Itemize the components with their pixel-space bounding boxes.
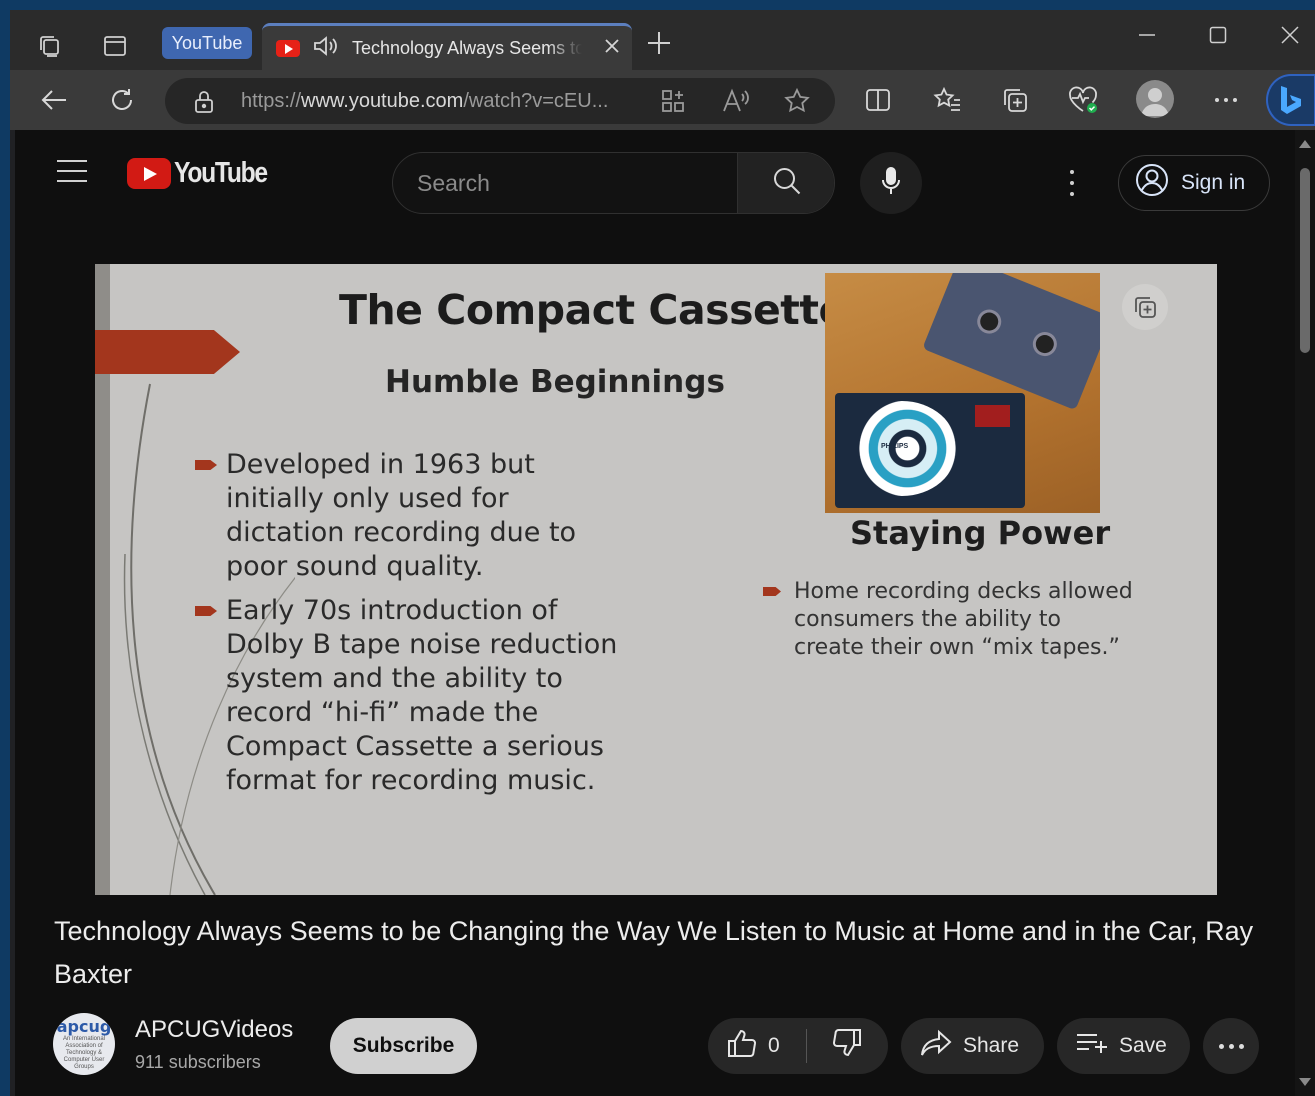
address-bar[interactable]: https://www.youtube.com/watch?v=cEU...: [165, 78, 835, 124]
thumbs-up-icon: [726, 1028, 758, 1064]
speaker-icon[interactable]: [312, 34, 340, 63]
collections-icon[interactable]: [995, 82, 1035, 118]
slide-arrow-shape: [95, 330, 240, 374]
cassette-case-image: PHILIPS: [835, 393, 1025, 508]
cassette-tape-image: [922, 273, 1100, 411]
bing-icon[interactable]: [1266, 74, 1315, 126]
search-button[interactable]: [737, 153, 834, 213]
add-to-queue-icon: [1135, 297, 1156, 318]
channel-name[interactable]: APCUGVideos: [135, 1016, 293, 1044]
share-label: Share: [963, 1034, 1020, 1057]
sign-in-button[interactable]: Sign in: [1118, 155, 1270, 211]
favorite-star-icon[interactable]: [783, 87, 811, 120]
subscriber-count: 911 subscribers: [135, 1052, 261, 1072]
share-icon: [919, 1029, 953, 1063]
page-scrollbar[interactable]: [1295, 130, 1315, 1096]
settings-more-icon[interactable]: [1062, 166, 1082, 200]
slide-subtitle: Humble Beginnings: [385, 364, 725, 400]
video-player[interactable]: The Compact Cassette Humble Beginnings D…: [95, 264, 1217, 895]
cassette-photo: PHILIPS: [825, 273, 1100, 513]
browser-essentials-icon[interactable]: [1063, 82, 1103, 118]
thumbs-down-icon: [831, 1028, 863, 1064]
channel-avatar-logo: apcug: [56, 1017, 112, 1036]
tab-title: Technology Always Seems to be Changing t…: [352, 38, 582, 58]
philips-label: PHILIPS: [881, 443, 909, 450]
cassette-red-label: [975, 405, 1010, 427]
active-tab[interactable]: Technology Always Seems to be Changing t…: [262, 23, 632, 71]
youtube-page: YouTube Sign in: [15, 130, 1295, 1096]
channel-avatar[interactable]: apcug An International Association of Te…: [53, 1013, 115, 1075]
bullet-arrow-icon: [195, 606, 217, 616]
minimize-icon[interactable]: [1127, 24, 1167, 50]
split-screen-icon[interactable]: [858, 82, 898, 118]
menu-icon[interactable]: [57, 160, 87, 190]
app-available-icon[interactable]: [660, 88, 686, 119]
dislike-button[interactable]: [807, 1018, 887, 1074]
scroll-thumb[interactable]: [1300, 168, 1310, 353]
save-button[interactable]: Save: [1057, 1018, 1190, 1074]
close-icon[interactable]: [604, 38, 620, 59]
slide-right-bullet: Home recording decks allowed consumers t…: [763, 578, 1133, 662]
slide-right-heading: Staying Power: [850, 514, 1111, 552]
add-to-queue-button[interactable]: [1122, 284, 1168, 330]
scroll-up-arrow-icon[interactable]: [1299, 140, 1311, 148]
save-to-playlist-icon: [1075, 1031, 1109, 1061]
slide-bullet: Early 70s introduction of Dolby B tape n…: [195, 594, 635, 798]
workspaces-icon[interactable]: [34, 30, 66, 62]
profile-icon[interactable]: [1136, 80, 1174, 118]
voice-search-button[interactable]: [860, 152, 922, 214]
bullet-arrow-icon: [195, 460, 217, 470]
tab-strip: YouTube Technology Always Seems to be Ch…: [10, 10, 1315, 71]
save-label: Save: [1119, 1034, 1167, 1057]
slide-title: The Compact Cassette: [339, 286, 846, 334]
url-text[interactable]: https://www.youtube.com/watch?v=cEU...: [241, 90, 641, 113]
more-actions-button[interactable]: [1203, 1018, 1259, 1074]
browser-window: YouTube Technology Always Seems to be Ch…: [10, 10, 1315, 1096]
window-close-icon[interactable]: [1270, 24, 1310, 50]
lock-icon[interactable]: [193, 90, 215, 119]
read-aloud-icon[interactable]: [721, 88, 751, 119]
refresh-icon[interactable]: [102, 82, 142, 118]
like-dislike-group: 0: [708, 1018, 888, 1074]
search-box: [392, 152, 835, 214]
more-icon[interactable]: [1206, 82, 1246, 118]
search-input[interactable]: [393, 153, 737, 213]
subscribe-button[interactable]: Subscribe: [330, 1018, 477, 1074]
favorites-icon[interactable]: [927, 82, 967, 118]
account-icon: [1135, 163, 1169, 203]
sign-in-label: Sign in: [1181, 171, 1246, 194]
back-icon[interactable]: [34, 82, 74, 118]
share-button[interactable]: Share: [901, 1018, 1044, 1074]
tab-group-chip[interactable]: YouTube: [162, 27, 252, 59]
tab-actions-icon[interactable]: [99, 30, 131, 62]
youtube-logo-text: YouTube: [174, 157, 268, 189]
new-tab-icon[interactable]: [646, 30, 672, 62]
bullet-arrow-icon: [763, 587, 781, 596]
search-icon: [772, 166, 802, 201]
slide-bullet: Developed in 1963 but initially only use…: [195, 448, 635, 584]
video-title: Technology Always Seems to be Changing t…: [54, 916, 1254, 989]
scroll-down-arrow-icon[interactable]: [1299, 1078, 1311, 1086]
youtube-favicon-icon: [276, 40, 300, 57]
microphone-icon: [880, 166, 902, 201]
like-button[interactable]: 0: [708, 1018, 806, 1074]
youtube-logo[interactable]: YouTube: [127, 157, 283, 190]
address-toolbar: https://www.youtube.com/watch?v=cEU...: [10, 70, 1315, 130]
maximize-icon[interactable]: [1198, 24, 1238, 50]
slide-bullets: Developed in 1963 but initially only use…: [195, 448, 635, 808]
like-count: 0: [768, 1034, 780, 1057]
youtube-play-icon: [127, 158, 171, 189]
channel-avatar-caption: An International Association of Technolo…: [62, 1036, 106, 1070]
